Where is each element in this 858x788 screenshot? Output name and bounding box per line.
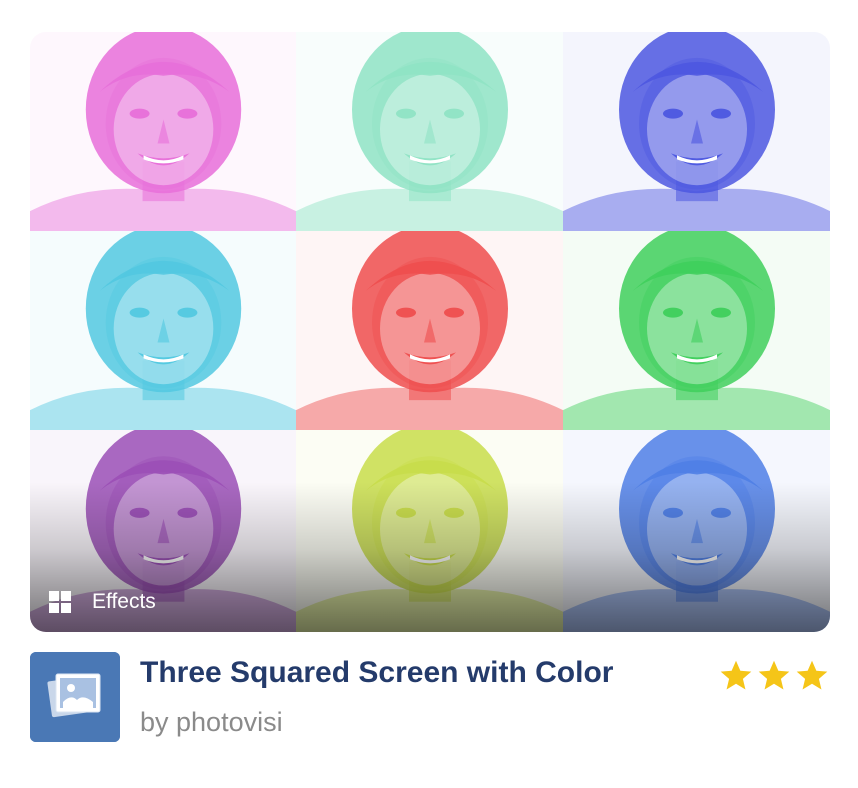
- portrait-image: [563, 430, 830, 632]
- star-icon: [758, 660, 790, 690]
- star-icon: [720, 660, 752, 690]
- tile-grid: [30, 32, 830, 632]
- category-label: Effects: [92, 590, 156, 613]
- portrait-tile: [563, 231, 830, 430]
- app-info: Three Squared Screen with Color by photo…: [30, 652, 830, 742]
- portrait-tile: [30, 231, 296, 430]
- portrait-image: [296, 32, 563, 231]
- portrait-image: [563, 231, 830, 430]
- app-author[interactable]: by photovisi: [140, 707, 283, 738]
- portrait-image: [296, 430, 563, 632]
- portrait-tile: [296, 32, 563, 231]
- portrait-tile: [563, 430, 830, 632]
- app-title[interactable]: Three Squared Screen with Color: [140, 656, 613, 690]
- portrait-tile: [296, 430, 563, 632]
- portrait-tile: [296, 231, 563, 430]
- preview-image[interactable]: Effects: [30, 32, 830, 632]
- star-icon: [796, 660, 828, 690]
- portrait-image: [30, 231, 296, 430]
- grid-icon: [49, 591, 71, 613]
- app-icon[interactable]: [30, 652, 120, 742]
- portrait-tile: [30, 32, 296, 231]
- star-rating: [718, 658, 830, 694]
- category-tag[interactable]: Effects: [48, 590, 156, 614]
- portrait-image: [563, 32, 830, 231]
- portrait-image: [30, 32, 296, 231]
- portrait-image: [296, 231, 563, 430]
- portrait-tile: [563, 32, 830, 231]
- photos-icon: [30, 652, 120, 742]
